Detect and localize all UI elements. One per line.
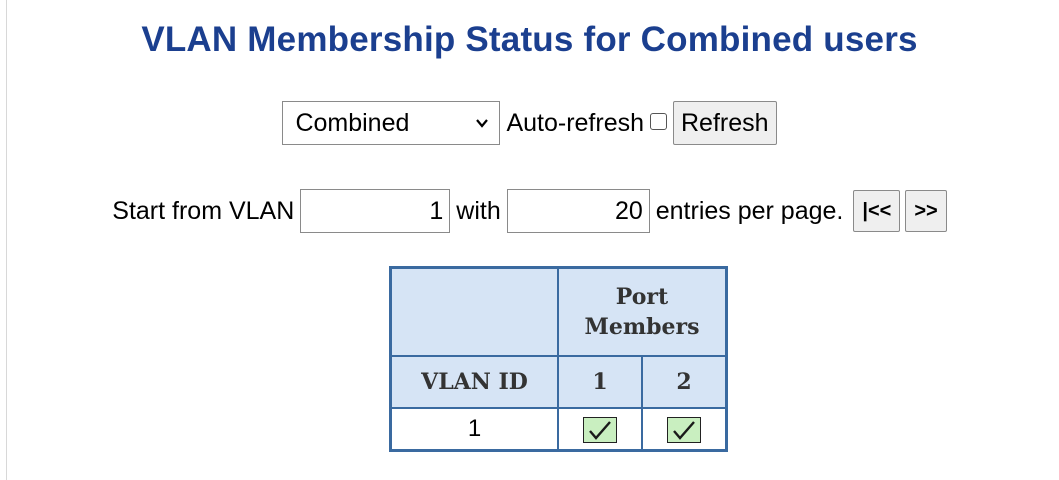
- chevron-down-icon: [476, 119, 489, 128]
- auto-refresh-checkbox[interactable]: [650, 112, 667, 130]
- first-page-button[interactable]: |<<: [853, 190, 901, 232]
- controls-row: Combined Auto-refresh Refresh: [0, 100, 1059, 146]
- port-1-header: 1: [557, 355, 643, 409]
- table-header-row-1: Port Members: [389, 266, 728, 357]
- start-from-vlan-label: Start from VLAN: [112, 196, 295, 225]
- entries-per-page-label: entries per page.: [655, 196, 844, 225]
- port-members-header-line2: Members: [584, 314, 700, 340]
- table-header-row-2: VLAN ID 1 2: [389, 355, 728, 409]
- port-members-header: Port Members: [557, 266, 728, 357]
- entries-per-page-value: 20: [614, 196, 643, 225]
- vlan-membership-table: Port Members VLAN ID 1 2 1: [389, 266, 728, 452]
- user-type-select-value: Combined: [295, 108, 410, 137]
- next-page-button[interactable]: >>: [905, 190, 947, 232]
- checkmark-icon: [583, 416, 617, 443]
- start-vlan-input[interactable]: 1: [300, 189, 451, 233]
- with-label: with: [456, 196, 501, 225]
- table-row: 1: [389, 407, 728, 452]
- auto-refresh-label: Auto-refresh: [506, 108, 644, 137]
- port-members-header-line1: Port: [615, 284, 669, 310]
- user-type-select[interactable]: Combined: [282, 101, 501, 145]
- pagination-row: Start from VLAN 1 with 20 entries per pa…: [0, 188, 1059, 234]
- port-2-member-cell: [641, 407, 728, 452]
- checkmark-icon: [667, 416, 701, 443]
- vlan-id-cell: 1: [389, 407, 559, 452]
- entries-per-page-input[interactable]: 20: [506, 189, 650, 233]
- vlan-membership-page: VLAN Membership Status for Combined user…: [0, 0, 1059, 480]
- start-vlan-value: 1: [429, 196, 444, 225]
- header-blank-cell: [389, 266, 559, 357]
- page-title: VLAN Membership Status for Combined user…: [141, 20, 918, 59]
- port-1-member-cell: [557, 407, 643, 452]
- refresh-button[interactable]: Refresh: [673, 101, 777, 145]
- port-2-header: 2: [641, 355, 728, 409]
- left-frame-border: [6, 0, 7, 480]
- vlan-id-header: VLAN ID: [389, 355, 559, 409]
